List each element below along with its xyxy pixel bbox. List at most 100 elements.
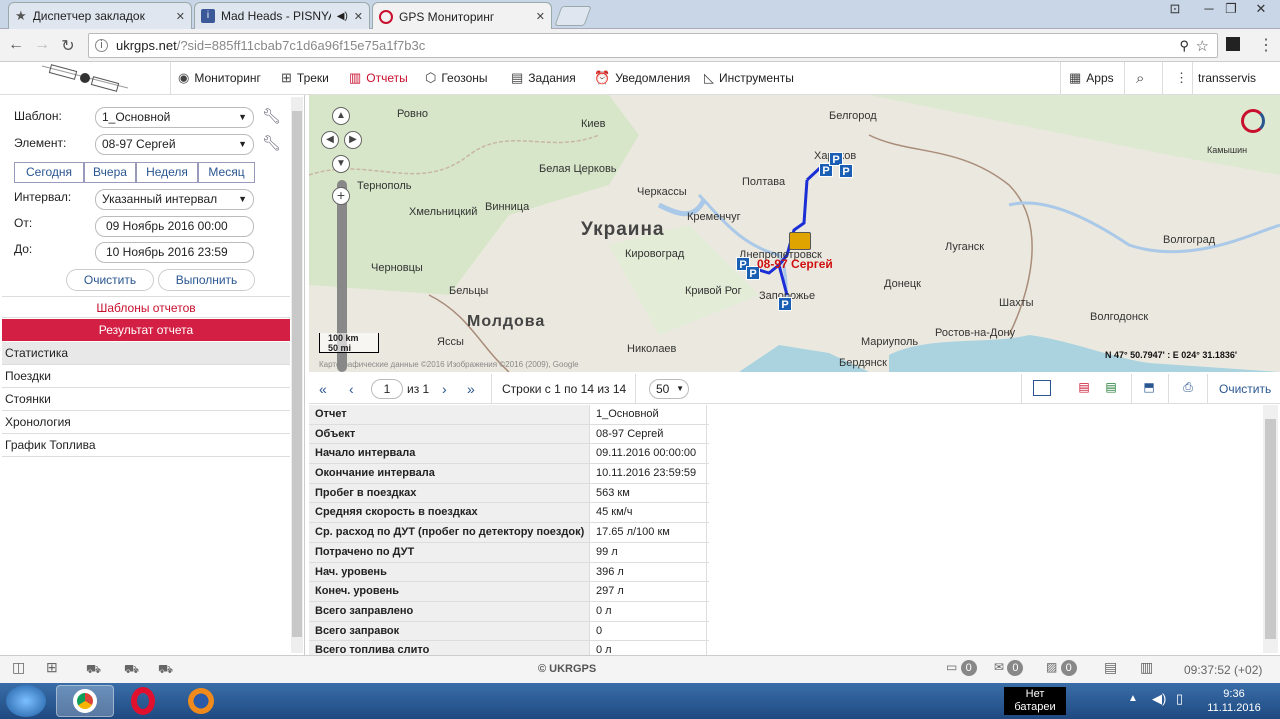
menu-dots-icon[interactable]: ⋮ bbox=[1258, 35, 1274, 55]
period-yesterday-button[interactable]: Вчера bbox=[84, 162, 136, 183]
menu-monitoring[interactable]: ◉ Мониторинг bbox=[178, 62, 261, 94]
wrench-icon[interactable]: 🔧︎ bbox=[262, 134, 281, 152]
period-month-button[interactable]: Месяц bbox=[198, 162, 255, 183]
period-today-button[interactable]: Сегодня bbox=[14, 162, 84, 183]
scrollbar-thumb[interactable] bbox=[1265, 419, 1276, 639]
table-view-icon[interactable]: ▤ bbox=[1104, 659, 1117, 676]
interval-select[interactable]: Указанный интервал ▼ bbox=[95, 189, 254, 210]
menu-reports[interactable]: ▥ Отчеты bbox=[349, 62, 408, 94]
wrench-icon[interactable]: 🔧︎ bbox=[262, 107, 281, 125]
tab-bookmarks[interactable]: ★ Диспетчер закладок ✕ bbox=[8, 2, 192, 29]
tab-title: Mad Heads - PISNYA bbox=[221, 9, 331, 23]
search-button[interactable]: ⌕ bbox=[1136, 62, 1144, 94]
left-scrollbar[interactable] bbox=[291, 97, 303, 653]
to-date-input[interactable]: 10 Ноябрь 2016 23:59 bbox=[95, 242, 254, 263]
pdf-icon[interactable]: ▤ bbox=[1075, 380, 1093, 396]
row-key: Конеч. уровень bbox=[309, 582, 590, 601]
close-icon[interactable]: ✕ bbox=[354, 10, 363, 23]
element-select[interactable]: 08-97 Сергей ▼ bbox=[95, 134, 254, 155]
truck-stop-icon[interactable]: ⛟ bbox=[124, 662, 139, 678]
extension-icon[interactable] bbox=[1226, 37, 1240, 51]
tab-gps-monitoring[interactable]: GPS Мониторинг ✕ bbox=[372, 2, 552, 30]
parking-marker[interactable]: P bbox=[839, 164, 853, 178]
speaker-icon[interactable]: ◀) bbox=[337, 11, 348, 22]
scrollbar-thumb[interactable] bbox=[292, 111, 302, 637]
per-page-select[interactable]: 50 ▼ bbox=[649, 379, 689, 399]
next-page-button[interactable]: › bbox=[442, 381, 447, 397]
report-result-header[interactable]: Результат отчета bbox=[2, 319, 290, 341]
notifications-counter[interactable]: ▭ 0 bbox=[946, 660, 977, 676]
close-icon[interactable]: ✕ bbox=[176, 10, 185, 23]
clear-report-button[interactable]: Очистить bbox=[1219, 382, 1271, 396]
result-item-fuel-chart[interactable]: График Топлива bbox=[2, 434, 290, 457]
result-item-statistics[interactable]: Статистика bbox=[2, 342, 290, 365]
template-select[interactable]: 1_Основной ▼ bbox=[95, 107, 254, 128]
new-tab-button[interactable] bbox=[554, 6, 592, 26]
more-menu-button[interactable]: ⋮ bbox=[1175, 62, 1188, 94]
zoom-in-button[interactable]: + bbox=[332, 187, 350, 205]
menu-tasks[interactable]: ▤ Задания bbox=[511, 62, 576, 94]
report-templates-header[interactable]: Шаблоны отчетов bbox=[2, 296, 290, 318]
close-window-button[interactable]: ✕ bbox=[1244, 0, 1278, 18]
maximize-button[interactable]: ❐ bbox=[1214, 0, 1248, 18]
firefox-taskbar-button[interactable] bbox=[172, 685, 230, 717]
pan-right-button[interactable]: ▶ bbox=[344, 131, 362, 149]
excel-icon[interactable]: ▤ bbox=[1102, 380, 1120, 396]
profile-icon[interactable]: ⊡ bbox=[1158, 0, 1192, 18]
menu-tools[interactable]: ◺ Инструменты bbox=[704, 62, 794, 94]
vehicle-label[interactable]: 08-97 Сергей bbox=[757, 257, 833, 271]
result-item-chronology[interactable]: Хронология bbox=[2, 411, 290, 434]
bookmark-star-icon[interactable]: ☆ bbox=[1196, 37, 1209, 55]
pan-up-button[interactable]: ▲ bbox=[332, 107, 350, 125]
menu-notifications[interactable]: ⏰ Уведомления bbox=[594, 62, 690, 94]
tray-expand-icon[interactable]: ▲ bbox=[1128, 693, 1138, 704]
pan-left-button[interactable]: ◀ bbox=[321, 131, 339, 149]
result-item-trips[interactable]: Поездки bbox=[2, 365, 290, 388]
export-icon[interactable]: ⬒ bbox=[1140, 380, 1158, 396]
last-page-button[interactable]: » bbox=[467, 381, 475, 397]
reload-button[interactable]: ↻ bbox=[58, 36, 78, 56]
images-counter[interactable]: ▨ 0 bbox=[1046, 660, 1077, 676]
grid-icon[interactable]: ⊞ bbox=[46, 659, 58, 676]
report-scrollbar[interactable] bbox=[1263, 405, 1278, 653]
close-icon[interactable]: ✕ bbox=[536, 10, 545, 23]
menu-tracks[interactable]: ⊞ Треки bbox=[281, 62, 329, 94]
taskbar-clock[interactable]: 9:36 11.11.2016 bbox=[1196, 687, 1272, 715]
chrome-taskbar-button[interactable] bbox=[56, 685, 114, 717]
truck-list-icon[interactable]: ⛟ bbox=[86, 662, 101, 678]
menu-geozones[interactable]: ⬡ Геозоны bbox=[425, 62, 488, 94]
apps-button[interactable]: ▦ Apps bbox=[1069, 62, 1114, 94]
map-view[interactable]: ▲ ◀ ▶ ▼ + Украина Молдова Ровно Киев Бел… bbox=[309, 95, 1280, 372]
truck-move-icon[interactable]: ⛟ bbox=[158, 662, 173, 678]
page-input[interactable]: 1 bbox=[371, 379, 403, 399]
user-menu[interactable]: transservis bbox=[1198, 62, 1256, 94]
volume-icon[interactable]: ◀) bbox=[1152, 691, 1166, 707]
opera-taskbar-button[interactable] bbox=[114, 685, 172, 717]
start-button[interactable] bbox=[6, 685, 46, 717]
period-week-button[interactable]: Неделя bbox=[136, 162, 198, 183]
book-open-icon[interactable]: ▥ bbox=[1140, 659, 1153, 676]
back-button[interactable]: ← bbox=[6, 36, 26, 54]
panel-toggle-icon[interactable]: ◫ bbox=[12, 659, 25, 676]
page-info-icon[interactable]: i bbox=[95, 39, 108, 52]
network-icon[interactable]: ▯ bbox=[1176, 691, 1183, 707]
truck-icon[interactable] bbox=[789, 232, 811, 250]
tab-mad-heads[interactable]: i Mad Heads - PISNYA ◀) ✕ bbox=[194, 2, 370, 29]
clear-button[interactable]: Очистить bbox=[66, 269, 154, 291]
messages-counter[interactable]: ✉ 0 bbox=[994, 660, 1024, 676]
from-date-input[interactable]: 09 Ноябрь 2016 00:00 bbox=[95, 216, 254, 237]
result-item-stops[interactable]: Стоянки bbox=[2, 388, 290, 411]
forward-button[interactable]: → bbox=[32, 36, 52, 54]
table-row: Отчет 1_Основной bbox=[309, 405, 709, 425]
menu-label: Инструменты bbox=[719, 71, 794, 85]
first-page-button[interactable]: « bbox=[319, 381, 327, 397]
prev-page-button[interactable]: ‹ bbox=[349, 381, 354, 397]
extension-icon[interactable]: ⚲ bbox=[1179, 38, 1189, 54]
print-icon[interactable]: ⎙ bbox=[1179, 380, 1197, 396]
satellite-logo-icon[interactable] bbox=[40, 64, 130, 92]
book-icon[interactable] bbox=[1033, 380, 1051, 396]
pan-down-button[interactable]: ▼ bbox=[332, 155, 350, 173]
run-button[interactable]: Выполнить bbox=[158, 269, 255, 291]
url-field[interactable]: i ukrgps.net/?sid=885ff11cbab7c1d6a96f15… bbox=[88, 33, 1218, 58]
parking-marker[interactable]: P bbox=[778, 297, 792, 311]
